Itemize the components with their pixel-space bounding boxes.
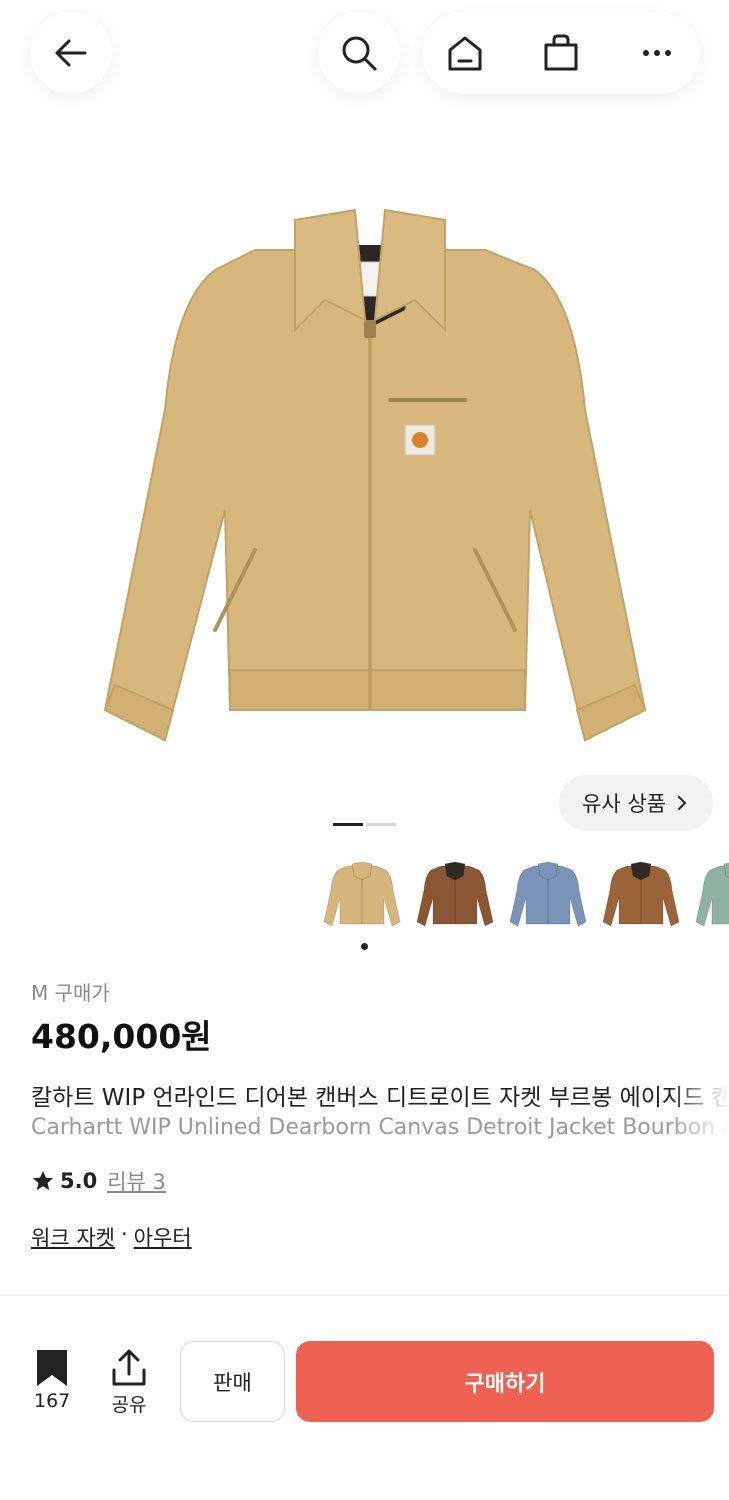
selected-thumbnail-dot [361, 943, 368, 950]
bookmark-count: 167 [34, 1390, 71, 1412]
home-icon [448, 36, 482, 71]
price: 480,000원 [31, 1017, 212, 1056]
buy-button[interactable]: 구매하기 [296, 1341, 714, 1422]
bottom-action-bar: 167 공유 판매 구매하기 [0, 1326, 729, 1500]
category-separator: · [120, 1222, 128, 1246]
pager-indicator-active [333, 823, 363, 826]
color-thumbnail[interactable] [599, 852, 683, 936]
product-name-en: Carhartt WIP Unlined Dearborn Canvas Det… [31, 1115, 729, 1140]
share-button[interactable]: 공유 [109, 1348, 149, 1417]
more-button[interactable] [614, 12, 700, 94]
star-icon [33, 1171, 53, 1190]
color-thumbnail[interactable] [413, 852, 497, 936]
cart-button[interactable] [518, 12, 604, 94]
bookmark-icon [37, 1350, 68, 1386]
size-price-label: M 구매가 [31, 981, 110, 1005]
section-divider [0, 1295, 729, 1296]
share-label: 공유 [111, 1394, 147, 1416]
category-work-jacket[interactable]: 워크 자켓 [31, 1222, 115, 1252]
search-button[interactable] [318, 12, 400, 94]
jacket-thumbnail-icon [323, 861, 401, 927]
top-bar [0, 0, 729, 110]
similar-products-button[interactable]: 유사 상품 [559, 775, 713, 831]
jacket-thumbnail-icon [602, 861, 680, 927]
color-thumbnail[interactable] [320, 852, 404, 936]
chevron-right-icon [677, 796, 686, 810]
share-icon [112, 1349, 146, 1386]
review-link[interactable]: 리뷰 3 [107, 1166, 166, 1196]
header-actions [422, 12, 700, 94]
jacket-illustration [103, 208, 646, 742]
arrow-left-icon [55, 39, 87, 67]
more-icon [643, 50, 671, 56]
product-name-ko: 칼하트 WIP 언라인드 디어본 캔버스 디트로이트 자켓 부르봉 에이지드 캔… [31, 1085, 729, 1111]
category-outer[interactable]: 아우터 [134, 1222, 192, 1252]
pager-indicator [366, 823, 396, 826]
home-button[interactable] [422, 12, 508, 94]
color-thumbnail[interactable] [506, 852, 590, 936]
similar-products-label: 유사 상품 [582, 792, 666, 816]
shopping-bag-icon [544, 34, 578, 71]
back-button[interactable] [30, 12, 112, 94]
name-fade [669, 1113, 729, 1147]
rating-score: 5.0 [60, 1169, 98, 1193]
color-thumbnail[interactable] [692, 852, 729, 936]
category-links: 워크 자켓 · 아우터 [31, 1222, 192, 1252]
sell-button[interactable]: 판매 [180, 1341, 285, 1422]
name-fade [669, 1076, 729, 1110]
product-image[interactable] [0, 150, 729, 780]
rating-row: 5.0 리뷰 3 [31, 1166, 166, 1196]
jacket-thumbnail-icon [416, 861, 494, 927]
color-thumbnails [320, 852, 729, 938]
search-icon [342, 36, 377, 71]
content-peek [31, 1316, 729, 1326]
bookmark-button[interactable]: 167 [34, 1348, 70, 1412]
jacket-thumbnail-icon [509, 861, 587, 927]
jacket-thumbnail-icon [695, 862, 729, 927]
